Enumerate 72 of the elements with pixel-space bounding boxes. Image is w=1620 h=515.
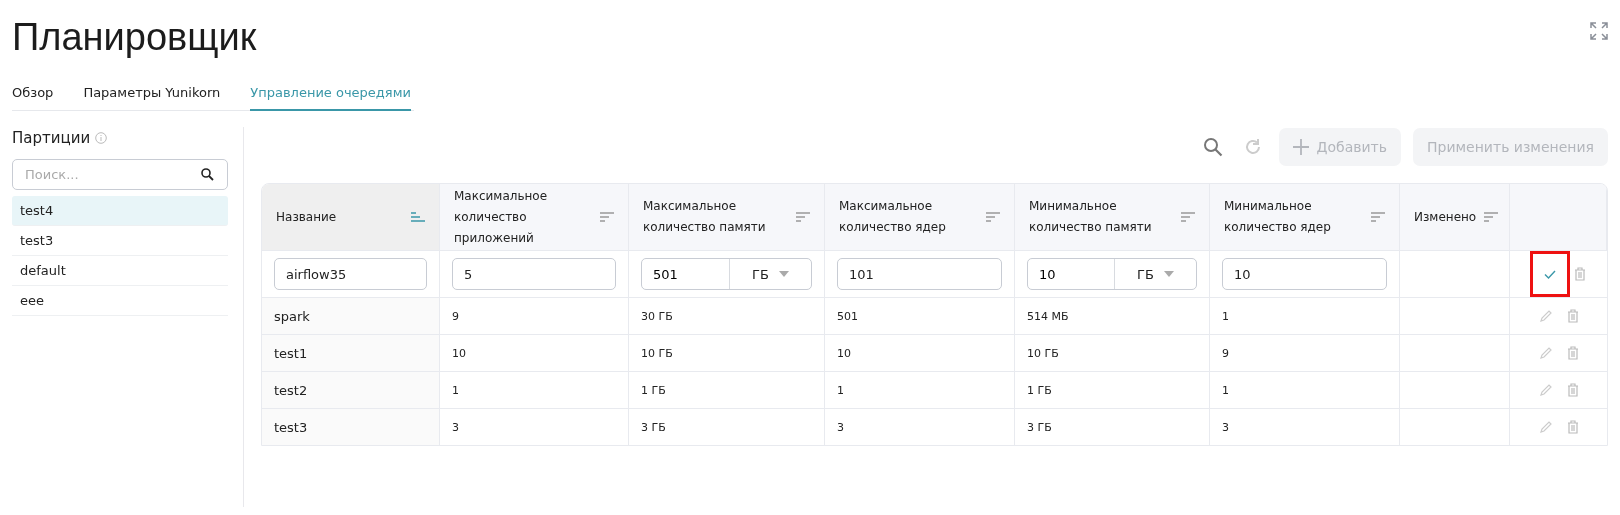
partition-item[interactable]: default	[12, 256, 228, 286]
unit-field[interactable]: 10 ГБ	[1027, 258, 1197, 290]
trash-icon	[1566, 309, 1579, 323]
table-cell: 30 ГБ	[641, 309, 673, 323]
table-cell: test3	[274, 419, 308, 435]
input-field[interactable]: 5	[452, 258, 616, 290]
sort-icon[interactable]	[1371, 212, 1385, 222]
table-cell: 10 ГБ	[1027, 346, 1059, 360]
partition-item[interactable]: test4	[12, 196, 228, 226]
plus-icon	[1292, 139, 1309, 155]
input-field[interactable]: airflow35	[274, 258, 427, 290]
table-cell: 3	[837, 420, 844, 434]
table-cell: 10 ГБ	[641, 346, 673, 360]
table-cell: 10	[452, 346, 466, 360]
input-field[interactable]: 101	[837, 258, 1002, 290]
caret-icon	[778, 271, 789, 277]
tab[interactable]: Параметры Yunikorn	[83, 79, 221, 111]
sidebar-heading: Партиции	[12, 129, 91, 147]
unit-select[interactable]: ГБ	[1114, 259, 1196, 289]
column-header[interactable]: Минимальное количество ядер	[1210, 184, 1400, 250]
table-cell: 3 ГБ	[641, 420, 666, 434]
table-cell: 1 ГБ	[1027, 383, 1052, 397]
table-cell: 9	[452, 309, 459, 323]
input-field[interactable]: 10	[1222, 258, 1387, 290]
unit-select[interactable]: ГБ	[729, 259, 811, 289]
table-cell: 3	[452, 420, 459, 434]
expand-icon[interactable]	[1590, 22, 1608, 40]
table-cell: 3	[1222, 420, 1229, 434]
table-cell: 3 ГБ	[1027, 420, 1052, 434]
table-cell: test1	[274, 345, 308, 361]
search-icon	[201, 168, 214, 181]
column-header[interactable]: Название	[262, 184, 440, 250]
unit-field[interactable]: 501 ГБ	[641, 258, 812, 290]
table-cell: 10	[837, 346, 851, 360]
caret-icon	[1163, 271, 1174, 277]
trash-icon	[1566, 346, 1579, 360]
sort-icon[interactable]	[1484, 212, 1499, 222]
sort-icon[interactable]	[796, 212, 810, 222]
sort-icon[interactable]	[411, 212, 425, 222]
pencil-icon	[1538, 346, 1553, 360]
table-cell: 514 МБ	[1027, 309, 1069, 323]
table-cell: 1	[452, 383, 459, 397]
column-header[interactable]: Максимальное количество ядер	[825, 184, 1015, 250]
info-icon	[95, 132, 108, 144]
page-title: Планировщик	[12, 16, 257, 59]
table-cell: 1 ГБ	[641, 383, 666, 397]
table-cell: 501	[837, 309, 858, 323]
pencil-icon	[1538, 420, 1553, 434]
column-header[interactable]: Максимальное количество приложений	[440, 184, 629, 250]
sort-icon[interactable]	[600, 212, 614, 222]
search-field[interactable]: Поиск...	[12, 159, 228, 190]
confirm-button[interactable]	[1529, 251, 1570, 297]
column-header[interactable]: Минимальное количество памяти	[1015, 184, 1210, 250]
trash-icon	[1566, 420, 1579, 434]
table-cell: 1	[1222, 383, 1229, 397]
partition-item[interactable]: eee	[12, 286, 228, 316]
table-cell: test2	[274, 382, 308, 398]
table-cell: 9	[1222, 346, 1229, 360]
check-icon	[1543, 269, 1556, 279]
pencil-icon	[1538, 309, 1553, 323]
table-cell: 1	[1222, 309, 1229, 323]
partition-item[interactable]: test3	[12, 226, 228, 256]
tab[interactable]: Обзор	[12, 79, 54, 111]
column-header[interactable]: Максимальное количество памяти	[629, 184, 825, 250]
sort-icon[interactable]	[986, 212, 1000, 222]
sort-icon[interactable]	[1181, 212, 1195, 222]
pencil-icon	[1538, 383, 1553, 397]
table-cell: spark	[274, 308, 310, 324]
column-header[interactable]: Изменено	[1400, 184, 1510, 250]
trash-icon	[1566, 383, 1579, 397]
table-cell: 1	[837, 383, 844, 397]
trash-icon	[1573, 267, 1586, 281]
